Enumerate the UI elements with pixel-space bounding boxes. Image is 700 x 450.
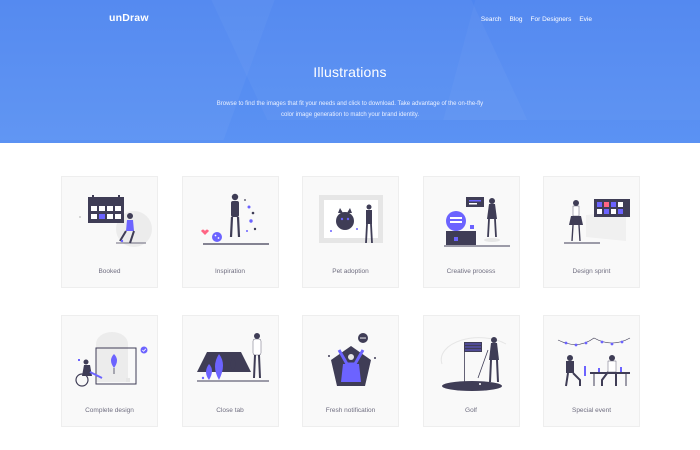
card-label: Inspiration xyxy=(215,268,245,275)
special-event-illustration xyxy=(557,337,631,387)
illustration-card-close-tab[interactable]: Close tab xyxy=(181,315,279,427)
illustration-card-booked[interactable]: Booked xyxy=(61,176,158,288)
creative-process-illustration xyxy=(443,197,510,247)
illustration-card-golf[interactable]: Golf xyxy=(422,315,520,427)
site-logo[interactable]: unDraw xyxy=(109,12,149,24)
card-label: Complete design xyxy=(85,407,134,414)
illustration-card-inspiration[interactable]: Inspiration xyxy=(181,176,279,288)
card-label: Design sprint xyxy=(572,268,611,275)
inspiration-illustration xyxy=(200,193,269,245)
card-label: Booked xyxy=(98,268,121,275)
fresh-notification-illustration xyxy=(328,333,376,386)
design-sprint-illustration xyxy=(564,199,630,244)
illustration-card-special-event[interactable]: Special event xyxy=(543,315,640,427)
illustration-card-pet-adoption[interactable]: Pet adoption xyxy=(302,176,399,288)
illustration-card-fresh-notification[interactable]: Fresh notification xyxy=(302,315,399,427)
page-description: Browse to find the images that fit your … xyxy=(216,101,484,118)
nav-link-search[interactable]: Search xyxy=(481,16,502,23)
golf-illustration xyxy=(440,337,506,391)
pet-adoption-illustration xyxy=(319,195,383,244)
card-label: Pet adoption xyxy=(332,268,369,275)
card-label: Special event xyxy=(571,407,612,414)
card-label: Golf xyxy=(465,407,477,414)
top-nav: Search Blog For Designers Evie xyxy=(481,16,592,23)
illustration-grid: Booked Inspiration Pet adoption Creative… xyxy=(61,176,640,427)
illustration-card-creative-process[interactable]: Creative process xyxy=(422,176,520,288)
booked-illustration xyxy=(79,195,152,247)
hero-banner: unDraw Search Blog For Designers Evie Il… xyxy=(0,0,700,143)
card-label: Close tab xyxy=(216,407,244,414)
nav-link-evie[interactable]: Evie xyxy=(579,16,592,23)
complete-design-illustration xyxy=(75,332,148,387)
nav-link-for-designers[interactable]: For Designers xyxy=(531,16,572,23)
illustration-card-design-sprint[interactable]: Design sprint xyxy=(543,176,640,288)
nav-link-blog[interactable]: Blog xyxy=(510,16,523,23)
card-label: Creative process xyxy=(446,268,496,275)
illustration-card-complete-design[interactable]: Complete design xyxy=(61,315,158,427)
close-tab-illustration xyxy=(196,333,269,382)
card-label: Fresh notification xyxy=(325,407,376,414)
page-title: Illustrations xyxy=(313,64,387,80)
